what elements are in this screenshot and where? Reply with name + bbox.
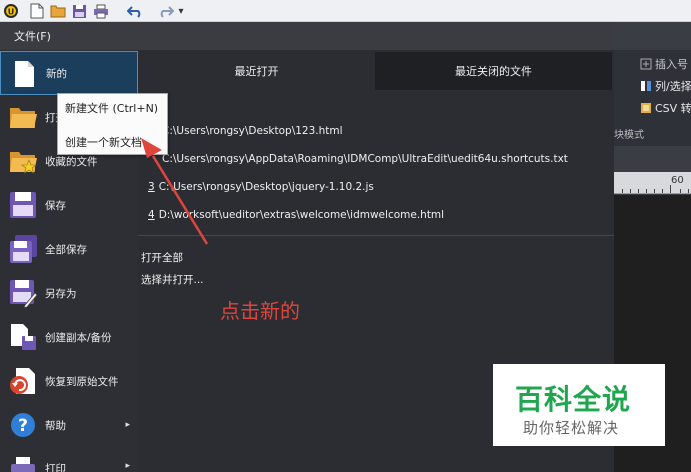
ribbon-insert-label: 插入号: [655, 58, 688, 71]
block-mode-label: 块模式: [614, 130, 644, 141]
menu-item-new[interactable]: 新的: [0, 51, 138, 95]
favorite-folder-icon: [8, 146, 38, 176]
ribbon-insert[interactable]: 插入号: [640, 56, 688, 72]
column-icon: [640, 80, 652, 92]
recent-file-item[interactable]: C:\Users\rongsy\AppData\Roaming\IDMComp\…: [162, 149, 568, 169]
watermark: 百科全说 助你轻松解决: [493, 364, 665, 446]
revert-icon: [8, 366, 38, 396]
submenu-arrow-icon: ▸: [125, 461, 130, 471]
recent-file-item[interactable]: 4 D:\worksoft\ueditor\extras\welcome\idm…: [148, 205, 444, 225]
instruction-annotation: 点击新的: [220, 299, 300, 323]
menu-label-print: 打印: [45, 463, 66, 472]
customize-dropdown-icon[interactable]: ▾: [176, 2, 186, 20]
watermark-title: 百科全说: [515, 383, 632, 416]
ribbon-fragment: 插入号 列/选择 CSV 转 块模式: [614, 50, 691, 146]
submenu-arrow-icon: ▸: [125, 420, 130, 430]
new-document-icon: [9, 59, 39, 89]
menu-item-save[interactable]: 保存: [0, 183, 138, 227]
print-icon: [8, 454, 38, 472]
watermark-subtitle: 助你轻松解决: [523, 419, 620, 437]
menu-item-save-as[interactable]: 另存为: [0, 271, 138, 315]
select-open-button[interactable]: 选择并打开...: [141, 272, 204, 287]
menu-label-new: 新的: [46, 67, 67, 80]
recent-file-path: C:\Users\rongsy\Desktop\jquery-1.10.2.js: [158, 181, 374, 193]
backstage-title: 文件(F): [0, 22, 614, 50]
app-logo-icon[interactable]: U: [2, 2, 20, 20]
recent-file-item[interactable]: 3 C:\Users\rongsy\Desktop\jquery-1.10.2.…: [148, 177, 374, 197]
tab-recent[interactable]: 最近打开: [138, 52, 375, 90]
new-file-icon[interactable]: [28, 2, 46, 20]
save-as-icon: [8, 278, 38, 309]
menu-label-favorites: 收藏的文件: [45, 155, 98, 168]
new-file-dropdown: 新建文件 (Ctrl+N) 创建一个新文档: [57, 93, 168, 155]
open-all-button[interactable]: 打开全部: [141, 250, 183, 265]
menu-item-help[interactable]: ? 帮助 ▸: [0, 403, 138, 447]
recent-file-item[interactable]: C:\Users\rongsy\Desktop\123.html: [162, 121, 343, 141]
recent-file-path: D:\worksoft\ueditor\extras\welcome\idmwe…: [158, 209, 445, 221]
menu-label-save-as: 另存为: [45, 287, 77, 300]
ruler: 60: [614, 172, 691, 194]
ribbon-column-select[interactable]: 列/选择: [640, 78, 691, 94]
divider: [138, 235, 614, 236]
ribbon-csv[interactable]: CSV 转: [640, 100, 691, 116]
save-icon[interactable]: [70, 2, 88, 20]
menu-label-revert: 恢复到原始文件: [45, 375, 119, 388]
redo-icon[interactable]: [157, 2, 175, 20]
open-folder-icon: [8, 102, 38, 132]
svg-text:U: U: [8, 8, 15, 17]
menu-label-backup: 创建副本/备份: [45, 331, 112, 344]
backup-icon: [8, 322, 38, 352]
open-folder-icon[interactable]: [49, 2, 67, 20]
menu-item-save-all[interactable]: 全部保存: [0, 227, 138, 271]
csv-icon: [640, 102, 652, 114]
recent-file-number: 4: [148, 209, 155, 221]
insert-icon: [640, 58, 652, 70]
recent-file-number: 3: [148, 181, 155, 193]
menu-label-save-all: 全部保存: [45, 243, 87, 256]
menu-label-help: 帮助: [45, 419, 66, 432]
undo-icon[interactable]: [126, 2, 144, 20]
save-icon: [8, 190, 38, 220]
ribbon-csv-label: CSV 转: [655, 102, 691, 115]
save-all-icon: [8, 234, 38, 264]
ribbon-column-label: 列/选择: [655, 80, 691, 93]
recent-file-path: C:\Users\rongsy\Desktop\123.html: [162, 125, 343, 137]
tab-recently-closed[interactable]: 最近关闭的文件: [375, 52, 612, 90]
recent-file-path: C:\Users\rongsy\AppData\Roaming\IDMComp\…: [162, 153, 568, 165]
menu-item-print[interactable]: 打印 ▸: [0, 447, 138, 472]
quick-access-toolbar: U ▾: [0, 0, 691, 22]
new-file-option[interactable]: 新建文件 (Ctrl+N): [65, 100, 158, 116]
menu-label-save: 保存: [45, 199, 66, 212]
print-icon[interactable]: [92, 2, 110, 20]
help-icon: ?: [8, 410, 38, 440]
menu-item-revert[interactable]: 恢复到原始文件: [0, 359, 138, 403]
svg-text:?: ?: [18, 416, 28, 436]
ruler-label: 60: [671, 175, 684, 186]
create-document-option[interactable]: 创建一个新文档: [65, 134, 142, 150]
menu-item-backup[interactable]: 创建副本/备份: [0, 315, 138, 359]
